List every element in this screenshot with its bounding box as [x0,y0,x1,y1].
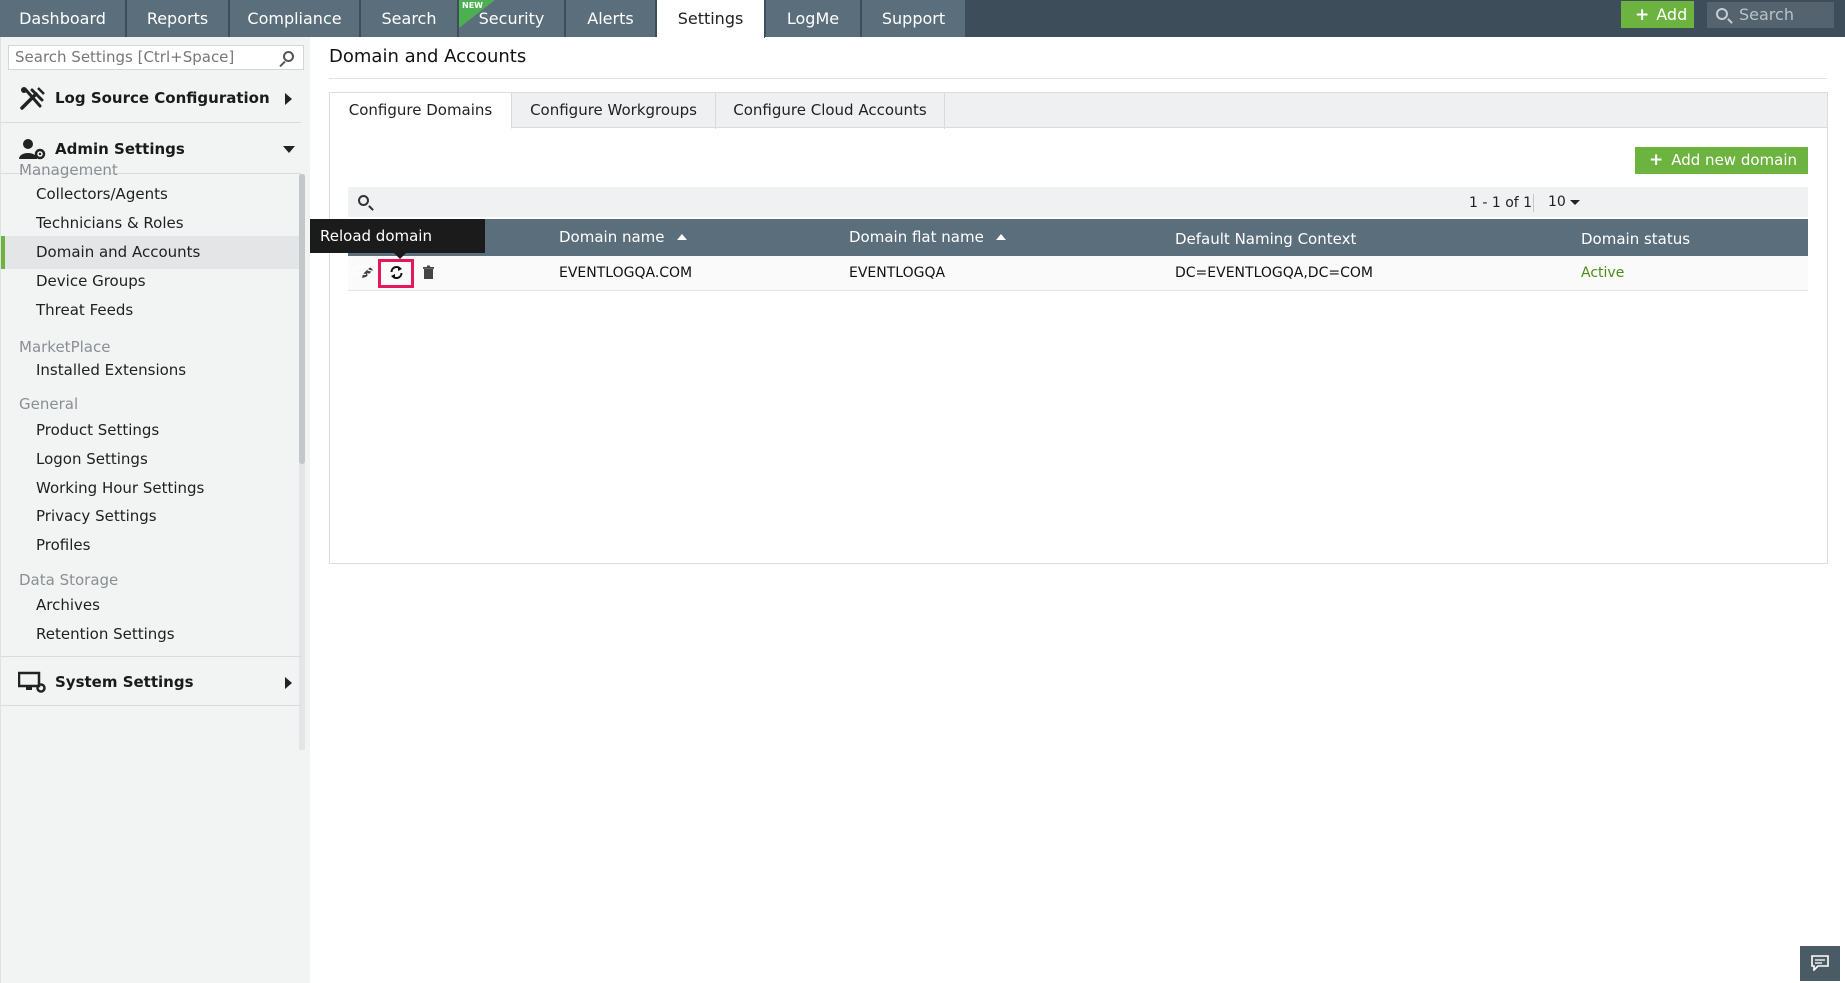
table-toolbar: 1 - 1 of 1 10 [348,187,1808,217]
tab-compliance[interactable]: Compliance [230,0,360,37]
domain-sub-tabs: Configure Domains Configure Workgroups C… [330,93,1827,129]
tab-security[interactable]: NEW Security [459,0,565,37]
column-domain-name-label: Domain name [559,228,665,246]
pager-divider [1533,194,1534,212]
section-system-settings[interactable]: System Settings [1,656,301,706]
chevron-right-icon [285,677,292,689]
table-row: EVENTLOGQA.COM EVENTLOGQA DC=EVENTLOGQA,… [348,256,1808,291]
caret-down-icon [1569,199,1580,205]
cell-domain-name: EVENTLOGQA.COM [559,265,693,281]
column-flat-name-label: Domain flat name [849,228,984,246]
sort-ascending-icon [995,233,1006,240]
settings-search-placeholder: Search Settings [Ctrl+Space] [15,48,235,66]
tab-search[interactable]: Search [361,0,458,37]
global-search-input[interactable]: Search [1707,2,1834,28]
search-icon [1716,8,1728,20]
column-domain-status[interactable]: Domain status [1581,221,1690,257]
group-data-storage: Data Storage [19,571,119,589]
section-log-source-label: Log Source Configuration [55,89,270,107]
cell-domain-flat-name: EVENTLOGQA [849,265,946,281]
add-new-domain-button[interactable]: + Add new domain [1635,147,1808,174]
sidebar-item-profiles[interactable]: Profiles [1,529,299,562]
chevron-right-icon [285,93,292,105]
cell-domain-status: Active [1581,265,1625,281]
new-badge-label: NEW [462,1,483,10]
sort-ascending-icon [676,233,687,240]
section-log-source-configuration[interactable]: Log Source Configuration [1,73,301,123]
chevron-down-icon [283,146,295,153]
column-default-naming-context[interactable]: Default Naming Context [1175,221,1356,257]
plus-icon: + [1635,5,1650,25]
settings-sidebar: Search Settings [Ctrl+Space] Log Source … [0,37,310,983]
chat-button[interactable] [1800,946,1840,981]
pagination-range: 1 - 1 of 1 [1469,195,1533,211]
page-title: Domain and Accounts [329,46,527,67]
tab-dashboard[interactable]: Dashboard [0,0,126,37]
sidebar-item-threat-feeds[interactable]: Threat Feeds [1,294,299,327]
add-button[interactable]: + Add [1621,1,1694,28]
tab-settings[interactable]: Settings [657,0,765,38]
plus-icon: + [1649,150,1664,170]
global-search-placeholder: Search [1739,5,1794,24]
tab-configure-domains[interactable]: Configure Domains [330,93,512,129]
reload-tooltip: Reload domain objects [310,219,485,279]
add-new-domain-label: Add new domain [1671,151,1798,169]
chat-icon [1811,955,1829,971]
title-divider [329,78,1827,79]
sidebar-scrollbar-thumb[interactable] [299,174,305,464]
tab-configure-workgroups[interactable]: Configure Workgroups [512,93,716,129]
settings-search-input[interactable]: Search Settings [Ctrl+Space] [8,45,304,70]
column-domain-name[interactable]: Domain name [559,219,687,255]
delete-trash-icon[interactable] [421,265,436,280]
search-icon [283,51,294,62]
admin-user-gear-icon [19,139,46,160]
reload-icon[interactable] [389,265,404,280]
section-system-label: System Settings [55,673,194,691]
domains-panel: Configure Domains Configure Workgroups C… [329,92,1828,564]
page-size-value: 10 [1548,194,1566,210]
tab-reports[interactable]: Reports [127,0,229,37]
column-domain-flat-name[interactable]: Domain flat name [849,219,1006,255]
sidebar-item-installed-extensions[interactable]: Installed Extensions [1,354,299,387]
page-size-select[interactable]: 10 [1548,187,1580,217]
group-management: Management [19,161,118,179]
cell-naming-context: DC=EVENTLOGQA,DC=COM [1175,265,1373,281]
table-header: Domain name Domain flat name Default Nam… [348,219,1808,256]
table-search-icon[interactable] [358,195,369,206]
tools-icon [20,87,45,110]
tab-logme[interactable]: LogMe [766,0,861,37]
tab-support[interactable]: Support [862,0,966,37]
tab-configure-cloud-accounts[interactable]: Configure Cloud Accounts [716,93,945,129]
tab-alerts[interactable]: Alerts [566,0,656,37]
monitor-gear-icon [18,671,46,693]
sidebar-item-retention-settings[interactable]: Retention Settings [1,618,299,651]
group-general: General [19,395,79,413]
top-navigation-bar: Dashboard Reports Compliance Search NEW … [0,0,1845,38]
add-button-label: Add [1656,5,1688,24]
